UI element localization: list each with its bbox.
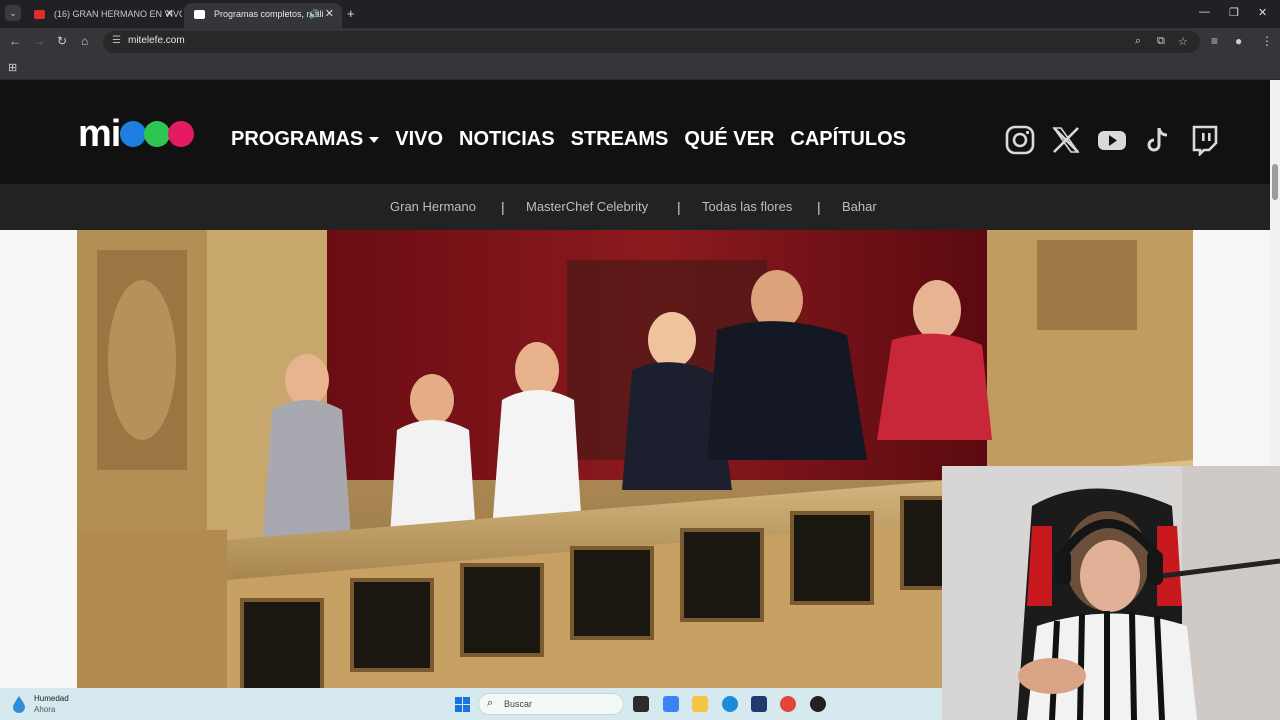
- subnav-separator: |: [677, 199, 681, 215]
- subnav-bahar[interactable]: Bahar: [842, 199, 877, 214]
- new-tab-icon[interactable]: +: [347, 6, 355, 21]
- bookmarks-bar: ⊞: [0, 56, 1280, 80]
- subnav-masterchef[interactable]: MasterChef Celebrity: [526, 199, 648, 214]
- browser-tab-youtube[interactable]: (16) GRAN HERMANO EN VIVO ✕: [24, 3, 182, 28]
- menu-programas[interactable]: PROGRAMAS: [231, 128, 380, 151]
- x-icon[interactable]: [1050, 124, 1082, 156]
- chrome-icon[interactable]: [780, 696, 796, 712]
- tiktok-icon[interactable]: [1142, 124, 1174, 156]
- taskbar-search-input[interactable]: ⌕ Buscar: [478, 693, 624, 715]
- logo-dot-green: [144, 121, 171, 147]
- menu-capitulos[interactable]: CAPÍTULOS: [790, 128, 906, 151]
- tab-title: Programas completos, reali: [214, 9, 324, 19]
- reload-icon[interactable]: ↻: [57, 34, 67, 48]
- site-info-icon[interactable]: ☰: [112, 35, 121, 46]
- weather-subtitle: Ahora: [34, 705, 56, 714]
- close-tab-icon[interactable]: ✕: [325, 3, 334, 26]
- task-view-icon[interactable]: [633, 696, 649, 712]
- twitch-icon[interactable]: [1188, 124, 1220, 156]
- subnav-todas-las-flores[interactable]: Todas las flores: [702, 199, 792, 214]
- menu-kebab-icon[interactable]: ⋮: [1261, 34, 1273, 48]
- browser-tab-bar: ⌄ (16) GRAN HERMANO EN VIVO ✕ Programas …: [0, 0, 1280, 28]
- youtube-icon[interactable]: [1096, 124, 1128, 156]
- close-tab-icon[interactable]: ✕: [165, 3, 174, 26]
- menu-que-ver[interactable]: QUÉ VER: [684, 128, 774, 151]
- windows-start-icon[interactable]: [455, 697, 470, 712]
- youtube-favicon-icon: [34, 10, 45, 19]
- subnav-gran-hermano[interactable]: Gran Hermano: [390, 199, 476, 214]
- edge-icon[interactable]: [722, 696, 738, 712]
- browser-toolbar: ← → ↻ ⌂ ☰ mitelefe.com ⌕ ⧉ ☆ ≡ ● ⋮: [0, 28, 1280, 56]
- tab-search-dropdown-icon[interactable]: ⌄: [5, 5, 21, 21]
- menu-streams[interactable]: STREAMS: [571, 128, 669, 151]
- close-window-icon[interactable]: ✕: [1258, 6, 1267, 19]
- humidity-drop-icon: [13, 696, 25, 713]
- scrollbar-thumb[interactable]: [1272, 164, 1278, 200]
- programs-subnav: Gran Hermano | MasterChef Celebrity | To…: [0, 184, 1270, 230]
- main-menu: PROGRAMAS VIVO NOTICIAS STREAMS QUÉ VER …: [231, 128, 906, 151]
- webcam-image: [942, 466, 1280, 720]
- telefe-favicon-icon: [194, 10, 205, 19]
- install-icon[interactable]: ⧉: [1157, 35, 1165, 48]
- chevron-down-icon: [369, 136, 380, 143]
- search-placeholder: Buscar: [504, 699, 533, 709]
- zoom-icon[interactable]: ⌕: [1135, 35, 1141, 48]
- windows-taskbar: Humedad Ahora ⌕ Buscar: [0, 688, 942, 720]
- mitelefe-logo[interactable]: mi: [78, 115, 195, 153]
- widgets-icon[interactable]: [663, 696, 679, 712]
- browser-tab-telefe[interactable]: Programas completos, reali 🔊 ✕: [184, 3, 342, 28]
- menu-noticias[interactable]: NOTICIAS: [459, 128, 555, 151]
- weather-title: Humedad: [34, 694, 69, 703]
- apps-grid-icon[interactable]: ⊞: [8, 61, 17, 74]
- search-icon: ⌕: [487, 697, 494, 709]
- file-explorer-icon[interactable]: [692, 696, 708, 712]
- profile-avatar-icon[interactable]: ●: [1235, 34, 1242, 48]
- app-icon[interactable]: [810, 696, 826, 712]
- back-icon[interactable]: ←: [9, 34, 21, 48]
- instagram-icon[interactable]: [1004, 124, 1036, 156]
- restore-icon[interactable]: ❐: [1229, 6, 1239, 19]
- store-icon[interactable]: [751, 696, 767, 712]
- bookmark-star-icon[interactable]: ☆: [1178, 35, 1188, 48]
- streamer-webcam-overlay: [942, 466, 1280, 720]
- url-text: mitelefe.com: [128, 35, 185, 46]
- forward-icon[interactable]: →: [33, 34, 45, 48]
- subnav-separator: |: [501, 199, 505, 215]
- logo-dot-pink: [168, 121, 195, 147]
- menu-vivo[interactable]: VIVO: [395, 128, 443, 151]
- tab-title: (16) GRAN HERMANO EN VIVO: [54, 9, 182, 19]
- media-controls-icon[interactable]: ≡: [1211, 34, 1218, 48]
- minimize-icon[interactable]: —: [1199, 6, 1210, 18]
- subnav-separator: |: [817, 199, 821, 215]
- logo-dot-blue: [120, 121, 147, 147]
- home-icon[interactable]: ⌂: [81, 34, 88, 48]
- address-bar[interactable]: ☰ mitelefe.com ⌕ ⧉ ☆: [103, 31, 1200, 53]
- speaker-icon[interactable]: 🔊: [309, 3, 320, 26]
- site-header: mi PROGRAMAS VIVO NOTICIAS STREAMS QUÉ V…: [0, 80, 1270, 184]
